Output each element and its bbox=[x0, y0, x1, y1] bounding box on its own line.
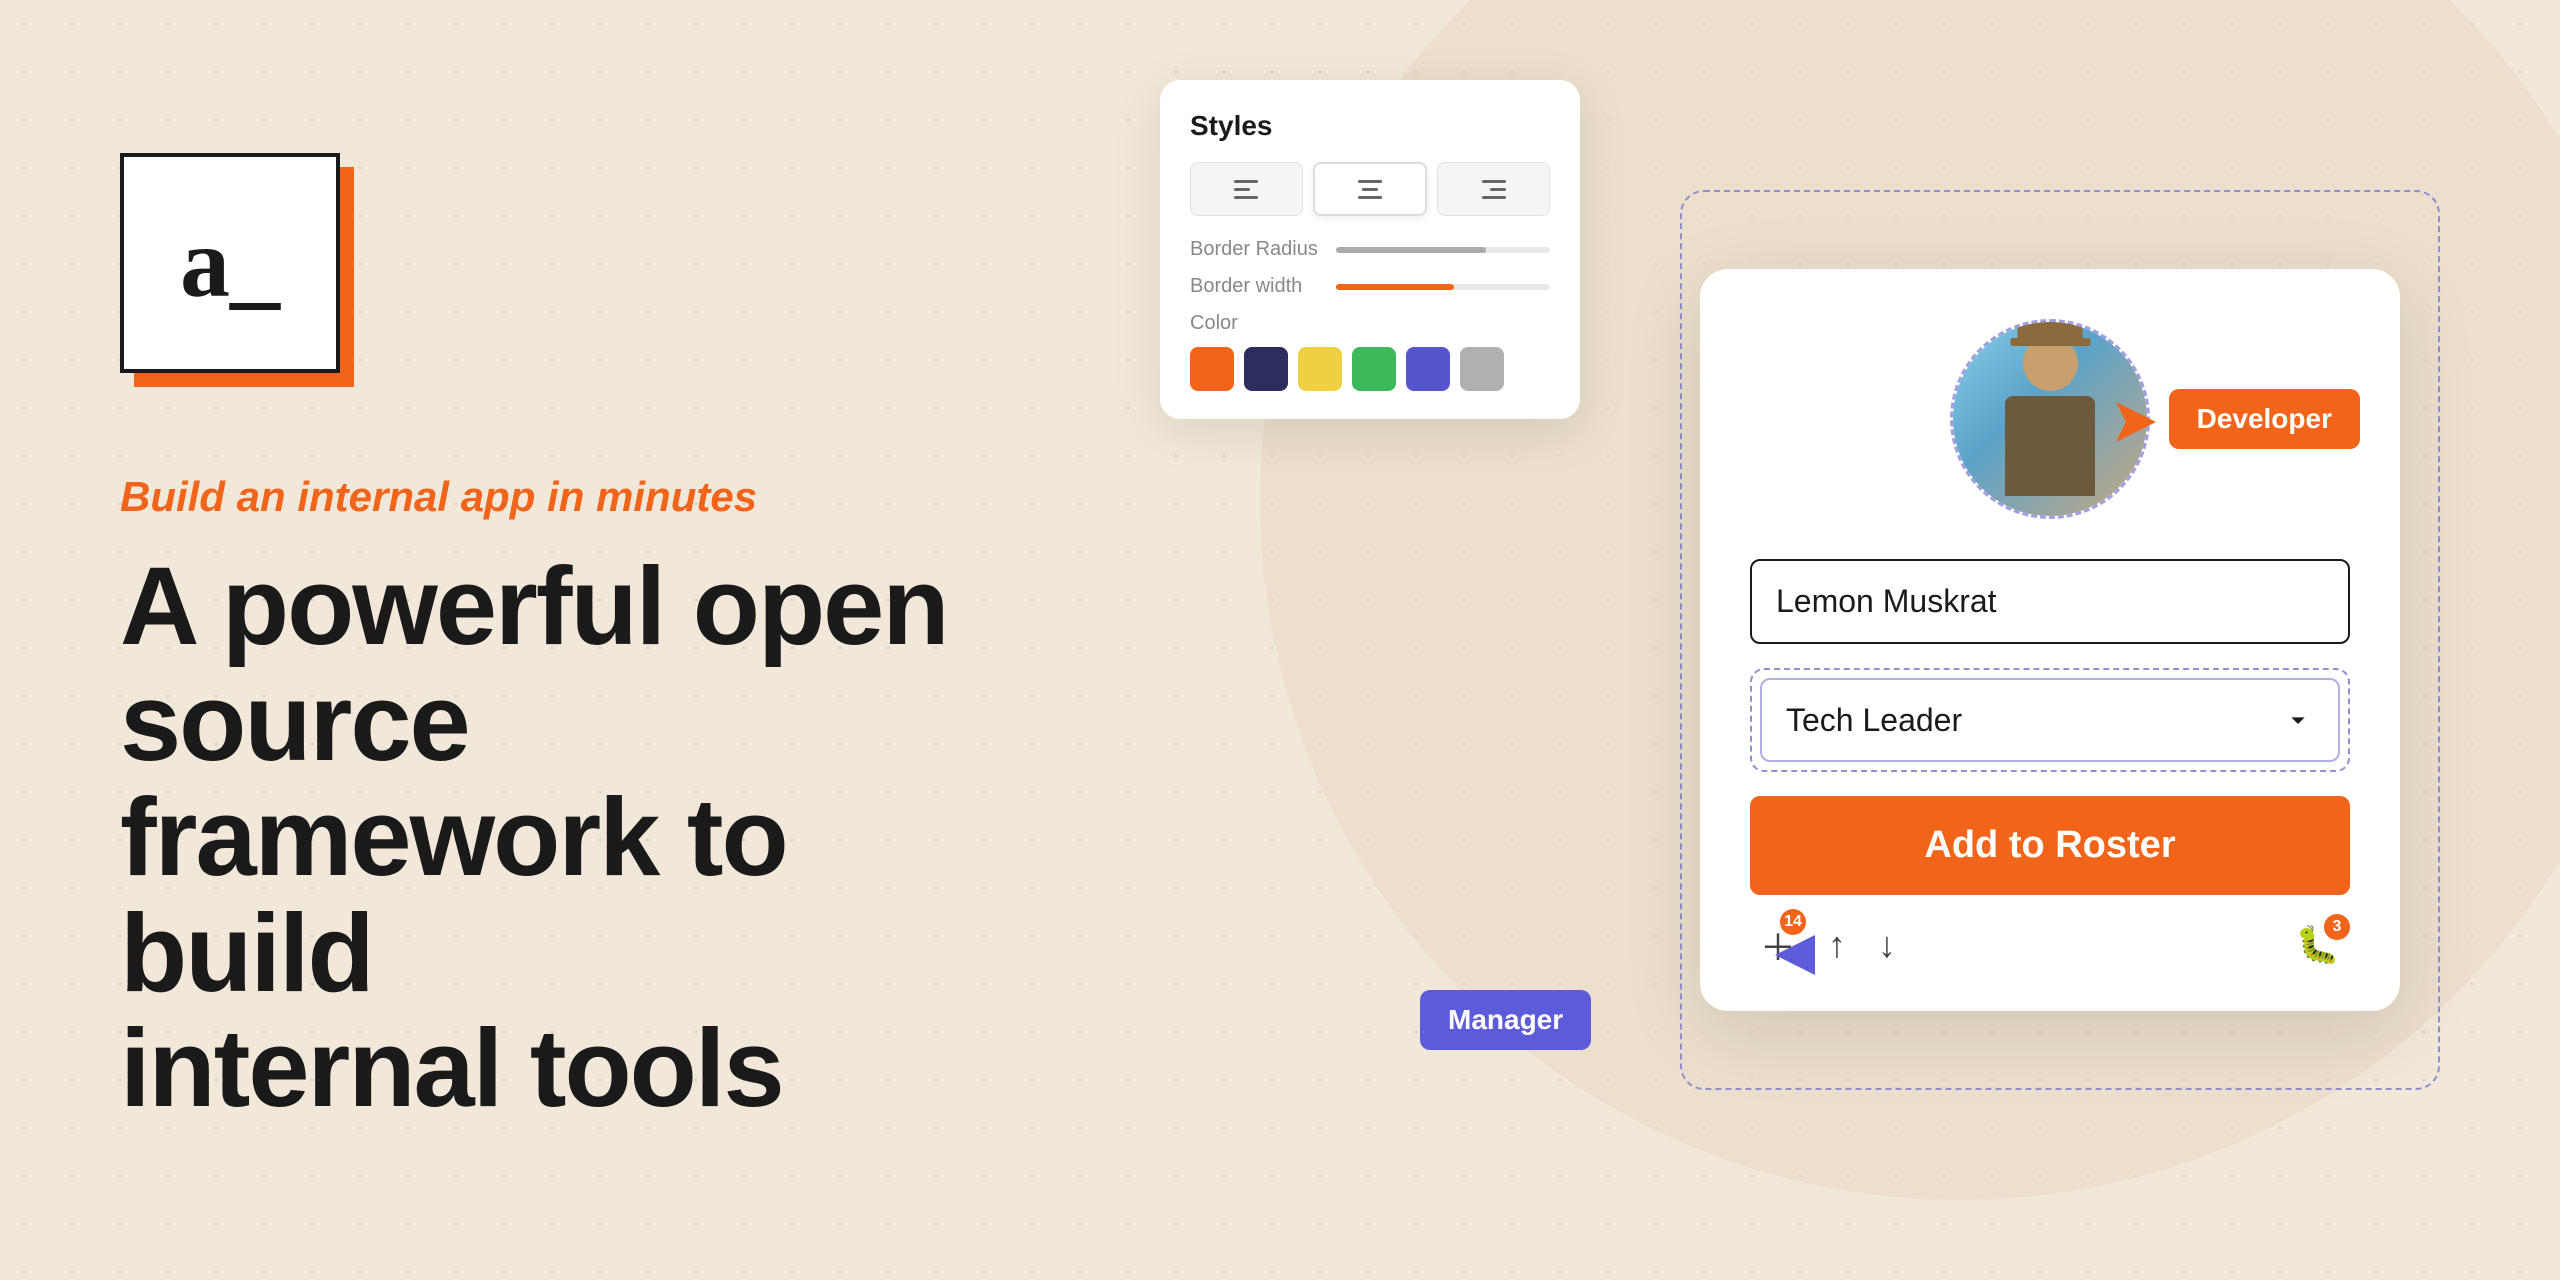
person-head bbox=[2023, 336, 2078, 391]
align-right-button[interactable] bbox=[1437, 162, 1550, 216]
toolbar-right: 🐛 3 bbox=[2295, 924, 2340, 966]
bottom-toolbar: ＋ 14 ↑ ↓ 🐛 3 bbox=[1750, 919, 2350, 971]
color-swatches bbox=[1190, 347, 1550, 391]
swatch-green[interactable] bbox=[1352, 347, 1396, 391]
bug-icon[interactable]: 🐛 3 bbox=[2295, 924, 2340, 966]
styles-panel-title: Styles bbox=[1190, 110, 1550, 142]
border-radius-label: Border Radius bbox=[1190, 238, 1320, 261]
border-width-label: Border width bbox=[1190, 275, 1320, 298]
developer-badge-label: Developer bbox=[2197, 403, 2332, 434]
page-content: a_ Build an internal app in minutes A po… bbox=[0, 0, 2560, 1280]
headline-line3: internal tools bbox=[120, 1007, 783, 1130]
role-field: Tech Leader Developer Manager Designer bbox=[1750, 668, 2350, 772]
up-arrow-symbol: ↑ bbox=[1828, 924, 1846, 965]
developer-badge: Developer bbox=[2169, 389, 2360, 449]
name-input[interactable] bbox=[1750, 559, 2350, 644]
headline: A powerful open source framework to buil… bbox=[120, 549, 980, 1127]
border-width-row: Border width bbox=[1190, 275, 1550, 298]
move-down-icon[interactable]: ↓ bbox=[1878, 924, 1896, 966]
down-arrow-symbol: ↓ bbox=[1878, 924, 1896, 965]
manager-badge: Manager bbox=[1420, 990, 1591, 1050]
border-radius-row: Border Radius bbox=[1190, 238, 1550, 261]
left-section: a_ Build an internal app in minutes A po… bbox=[0, 73, 1100, 1207]
border-width-bar[interactable] bbox=[1336, 284, 1550, 290]
styles-panel: Styles bbox=[1160, 80, 1580, 419]
main-card: Developer Tech Leader Developer Mana bbox=[1700, 269, 2400, 1011]
person-figure bbox=[1985, 336, 2115, 516]
right-section: Styles bbox=[1100, 0, 2560, 1280]
color-label: Color bbox=[1190, 312, 1550, 335]
cursor-right-arrow-icon bbox=[2111, 397, 2161, 447]
cursor-left-arrow-icon bbox=[1760, 925, 1820, 985]
manager-badge-label: Manager bbox=[1448, 1004, 1563, 1035]
role-select[interactable]: Tech Leader Developer Manager Designer bbox=[1760, 678, 2340, 762]
add-to-roster-label: Add to Roster bbox=[1924, 824, 2175, 866]
logo-text: a_ bbox=[180, 213, 280, 313]
border-radius-fill bbox=[1336, 247, 1486, 253]
headline-line2: framework to build bbox=[120, 776, 787, 1015]
person-body bbox=[2005, 396, 2095, 496]
align-center-button[interactable] bbox=[1313, 162, 1428, 216]
move-up-icon[interactable]: ↑ bbox=[1828, 924, 1846, 966]
align-left-button[interactable] bbox=[1190, 162, 1303, 216]
swatch-yellow[interactable] bbox=[1298, 347, 1342, 391]
style-buttons-row bbox=[1190, 162, 1550, 216]
border-radius-bar[interactable] bbox=[1336, 247, 1550, 253]
border-width-fill bbox=[1336, 284, 1454, 290]
swatch-gray[interactable] bbox=[1460, 347, 1504, 391]
select-wrapper: Tech Leader Developer Manager Designer bbox=[1750, 668, 2350, 772]
bug-badge-count: 3 bbox=[2324, 914, 2350, 940]
swatch-blue[interactable] bbox=[1406, 347, 1450, 391]
person-hat bbox=[2018, 322, 2083, 343]
avatar-section: Developer bbox=[1750, 319, 2350, 519]
logo-box: a_ bbox=[120, 153, 340, 373]
add-to-roster-button[interactable]: Add to Roster bbox=[1750, 796, 2350, 895]
swatch-dark[interactable] bbox=[1244, 347, 1288, 391]
name-field bbox=[1750, 559, 2350, 644]
headline-line1: A powerful open source bbox=[120, 545, 948, 784]
tagline: Build an internal app in minutes bbox=[120, 473, 980, 521]
logo-container: a_ bbox=[120, 153, 980, 373]
swatch-orange[interactable] bbox=[1190, 347, 1234, 391]
